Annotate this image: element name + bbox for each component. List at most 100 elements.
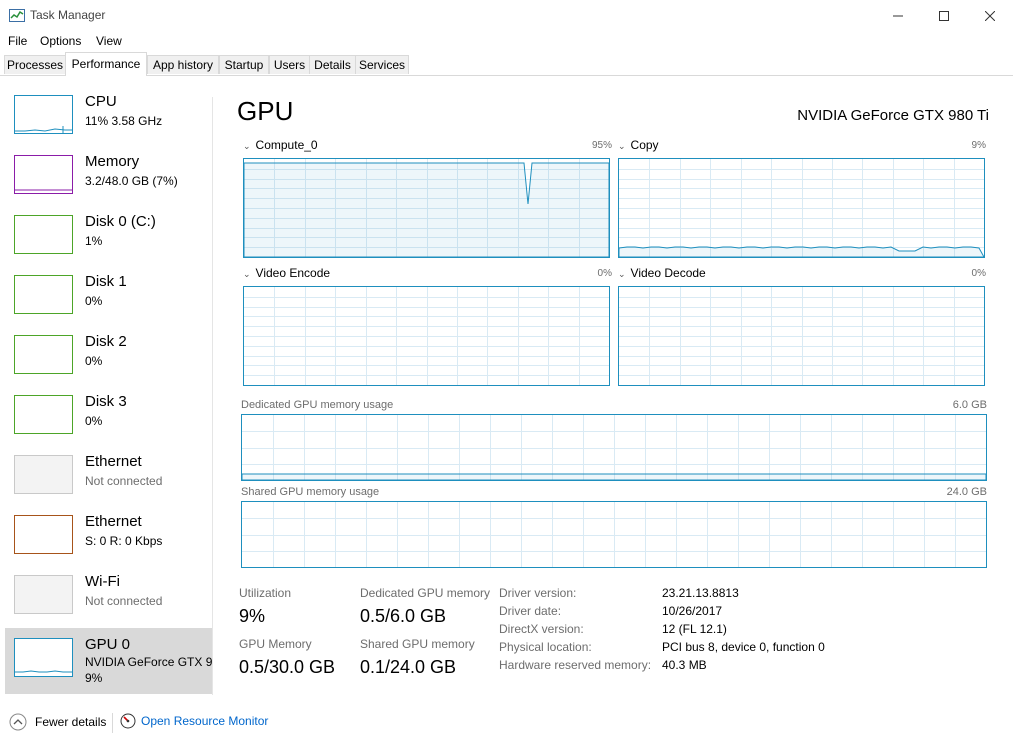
menu-bar: File Options View — [0, 31, 1013, 51]
directx-version-label: DirectX version: — [499, 622, 584, 636]
disk-thumbnail — [14, 275, 73, 314]
sidebar-item-subtitle: 0% — [85, 294, 103, 308]
video-encode-graph — [243, 286, 610, 386]
ethernet-thumbnail — [14, 455, 73, 494]
driver-version-label: Driver version: — [499, 586, 577, 600]
menu-options[interactable]: Options — [40, 34, 81, 48]
graph-canvas — [242, 502, 986, 567]
disk-thumbnail — [14, 335, 73, 374]
title-bar: Task Manager — [0, 0, 1013, 31]
tab-app-history[interactable]: App history — [147, 55, 219, 74]
footer-bar: Fewer details Open Resource Monitor — [0, 705, 1013, 741]
sidebar-item-percent: 9% — [85, 671, 103, 685]
engine-percent: 95% — [591, 140, 612, 151]
tab-processes[interactable]: Processes — [4, 55, 66, 74]
cpu-thumbnail — [14, 95, 73, 134]
tab-startup[interactable]: Startup — [219, 55, 269, 74]
utilization-value: 9% — [239, 606, 266, 626]
sidebar-item-subtitle: S: 0 R: 0 Kbps — [85, 534, 163, 548]
sidebar-item-gpu-0[interactable]: GPU 0 NVIDIA GeForce GTX 980 Ti 9% — [5, 628, 213, 694]
shared-memory-graph — [241, 501, 987, 568]
menu-file[interactable]: File — [8, 34, 27, 48]
gpu-panel: GPU NVIDIA GeForce GTX 980 Ti ⌄ Compute_0… — [213, 76, 1013, 698]
tab-services[interactable]: Services — [355, 55, 409, 74]
gpu-memory-label: GPU Memory — [239, 637, 312, 651]
sidebar-item-subtitle: 0% — [85, 414, 103, 428]
utilization-label: Utilization — [239, 586, 292, 600]
shared-memory-max: 24.0 GB — [946, 486, 987, 498]
reserved-memory-value: 40.3 MB — [662, 658, 707, 672]
menu-view[interactable]: View — [96, 34, 122, 48]
gpu-memory-value: 0.5/30.0 GB — [239, 657, 336, 677]
sidebar-item-subtitle: 3.2/48.0 GB (7%) — [85, 174, 178, 188]
fewer-details-label: Fewer details — [35, 715, 107, 729]
maximize-button[interactable] — [921, 0, 967, 31]
engine-selector-copy[interactable]: ⌄ Copy — [618, 138, 659, 152]
engine-selector-video-encode[interactable]: ⌄ Video Encode — [243, 266, 330, 280]
shared-memory-graph-label: Shared GPU memory usage — [241, 486, 380, 498]
graph-canvas — [619, 287, 984, 385]
disk-thumbnail — [14, 215, 73, 254]
page-title: GPU — [237, 96, 294, 126]
graph-canvas — [242, 415, 986, 480]
graph-canvas — [619, 159, 984, 257]
close-button[interactable] — [967, 0, 1013, 31]
dedicated-memory-graph — [241, 414, 987, 481]
engine-percent: 9% — [971, 140, 986, 151]
dedicated-memory-max: 6.0 GB — [952, 399, 987, 411]
copy-graph — [618, 158, 985, 258]
sidebar-item-title: Wi-Fi — [85, 573, 120, 590]
chevron-down-icon: ⌄ — [618, 141, 626, 151]
sidebar-item-ethernet-1[interactable]: Ethernet Not connected — [5, 436, 213, 496]
engine-selector-video-decode[interactable]: ⌄ Video Decode — [618, 266, 706, 280]
shared-memory-value: 0.1/24.0 GB — [360, 657, 457, 677]
sidebar-item-disk-1[interactable]: Disk 1 0% — [5, 256, 213, 316]
usage-trace — [242, 473, 986, 480]
sidebar-item-cpu[interactable]: CPU 11% 3.58 GHz — [5, 76, 213, 136]
maximize-icon — [939, 10, 949, 21]
physical-location-value: PCI bus 8, device 0, function 0 — [662, 640, 825, 654]
open-resource-monitor-label: Open Resource Monitor — [141, 714, 269, 728]
sidebar-item-ethernet-2[interactable]: Ethernet S: 0 R: 0 Kbps — [5, 496, 213, 556]
graph-canvas — [244, 159, 609, 257]
fewer-details-button[interactable]: Fewer details — [9, 713, 106, 731]
dedicated-memory-graph-label: Dedicated GPU memory usage — [241, 399, 394, 411]
sidebar-item-title: Disk 3 — [85, 393, 127, 410]
sidebar-item-title: Ethernet — [85, 453, 142, 470]
driver-date-value: 10/26/2017 — [662, 604, 723, 618]
sidebar-item-title: Ethernet — [85, 513, 142, 530]
chevron-down-icon: ⌄ — [243, 269, 251, 279]
tab-details[interactable]: Details — [309, 55, 356, 74]
driver-version-value: 23.21.13.8813 — [662, 586, 739, 600]
minimize-button[interactable] — [875, 0, 921, 31]
sidebar-item-title: Disk 0 (C:) — [85, 213, 156, 230]
sidebar-item-disk-3[interactable]: Disk 3 0% — [5, 376, 213, 436]
disk-thumbnail — [14, 395, 73, 434]
usage-trace — [244, 162, 609, 257]
sidebar-item-title: CPU — [85, 93, 117, 110]
resource-monitor-icon — [120, 713, 136, 729]
open-resource-monitor-link[interactable]: Open Resource Monitor — [120, 713, 268, 729]
close-icon — [985, 10, 995, 21]
gpu-thumbnail — [14, 638, 73, 677]
engine-name: Video Decode — [630, 266, 706, 280]
sidebar-item-subtitle: Not connected — [85, 594, 163, 608]
window-title: Task Manager — [30, 8, 106, 22]
engine-selector-compute[interactable]: ⌄ Compute_0 — [243, 138, 318, 152]
tab-users[interactable]: Users — [269, 55, 310, 74]
wifi-thumbnail — [14, 575, 73, 614]
sidebar-item-disk-0[interactable]: Disk 0 (C:) 1% — [5, 196, 213, 256]
sidebar-item-wifi[interactable]: Wi-Fi Not connected — [5, 556, 213, 616]
sidebar-item-disk-2[interactable]: Disk 2 0% — [5, 316, 213, 376]
directx-version-value: 12 (FL 12.1) — [662, 622, 727, 636]
engine-name: Copy — [630, 138, 659, 152]
sidebar-item-memory[interactable]: Memory 3.2/48.0 GB (7%) — [5, 136, 213, 196]
sidebar-item-title: Disk 2 — [85, 333, 127, 350]
memory-thumbnail — [14, 155, 73, 194]
sidebar-item-subtitle: 0% — [85, 354, 103, 368]
reserved-memory-label: Hardware reserved memory: — [499, 658, 652, 672]
gpu-model-name: NVIDIA GeForce GTX 980 Ti — [797, 107, 989, 124]
engine-percent: 0% — [597, 268, 612, 279]
collapse-up-icon — [9, 713, 27, 731]
tab-performance[interactable]: Performance — [65, 52, 147, 76]
